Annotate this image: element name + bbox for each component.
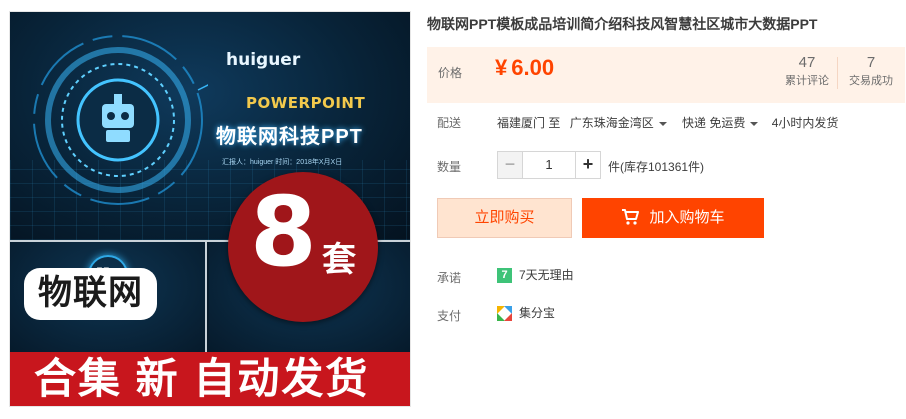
promise-row[interactable]: 7 7天无理由 — [497, 266, 574, 284]
ship-method: 快递 免运费 — [682, 116, 746, 130]
cart-icon — [622, 208, 640, 225]
stat-separator — [837, 57, 838, 89]
shipping-label: 配送 — [437, 116, 462, 130]
ship-time: 4小时内发货 — [771, 116, 839, 130]
promo-banner: 合集 新 自动发货 — [10, 352, 410, 406]
ship-from: 福建厦门 至 — [497, 116, 561, 130]
quantity-stepper: − 1 + — [497, 151, 601, 179]
shipping-row: 福建厦门 至 广东珠海金湾区 快递 免运费 4小时内发货 — [497, 114, 838, 131]
price-label: 价格 — [438, 66, 463, 80]
promise-label: 承诺 — [437, 271, 462, 285]
ship-method-select[interactable]: 快递 免运费 — [682, 114, 764, 131]
reviews-count: 47 — [798, 54, 816, 71]
set-count-number: 8 — [250, 176, 317, 288]
payment-text: 集分宝 — [519, 306, 556, 320]
ppt-brand: huiguer — [226, 50, 301, 70]
seven-day-return-icon: 7 — [497, 268, 512, 284]
price-amount: 6.00 — [511, 55, 555, 80]
currency-symbol: ¥ — [495, 55, 508, 80]
ppt-meta: 汇报人：huiguer 时间：2018年X月X日 — [222, 159, 343, 166]
product-main-image[interactable]: huiguer POWERPOINT 物联网科技PPT 汇报人：huiguer … — [9, 11, 411, 407]
payment-row[interactable]: 集分宝 — [497, 304, 556, 322]
product-page: huiguer POWERPOINT 物联网科技PPT 汇报人：huiguer … — [0, 0, 906, 419]
add-to-cart-button[interactable]: 加入购物车 — [582, 198, 764, 238]
ship-destination: 广东珠海金湾区 — [569, 116, 654, 130]
set-count-badge: 8 套 — [228, 172, 378, 322]
sold-stat: 7 交易成功 — [843, 53, 899, 89]
jifenbao-icon — [497, 306, 512, 322]
ship-destination-select[interactable]: 广东珠海金湾区 — [570, 114, 673, 131]
sold-label: 交易成功 — [849, 75, 893, 87]
quantity-input[interactable]: 1 — [523, 151, 575, 179]
decrement-button[interactable]: − — [497, 151, 523, 179]
ppt-title: 物联网科技PPT — [216, 126, 363, 148]
chevron-down-icon — [750, 121, 759, 126]
reviews-stat[interactable]: 47 累计评论 — [779, 53, 835, 89]
reviews-label: 累计评论 — [785, 75, 829, 87]
product-title: 物联网PPT模板成品培训简介绍科技风智慧社区城市大数据PPT — [427, 16, 818, 32]
promise-text: 7天无理由 — [519, 268, 574, 282]
set-count-unit: 套 — [322, 241, 356, 279]
promo-banner-text: 合集 新 自动发货 — [34, 355, 370, 402]
sold-count: 7 — [866, 54, 876, 71]
price-value: ¥6.00 — [495, 55, 554, 81]
payment-label: 支付 — [437, 309, 462, 323]
chevron-down-icon — [658, 121, 667, 126]
increment-button[interactable]: + — [575, 151, 601, 179]
stock-info: 件(库存101361件) — [608, 160, 705, 174]
buy-now-button[interactable]: 立即购买 — [437, 198, 572, 238]
price-panel: 价格 ¥6.00 47 累计评论 7 交易成功 — [427, 47, 905, 103]
add-to-cart-label: 加入购物车 — [649, 209, 725, 226]
robot-ring-icon — [33, 35, 208, 205]
quantity-label: 数量 — [437, 160, 462, 174]
category-tag: 物联网 — [26, 270, 155, 318]
ppt-subtitle: POWERPOINT — [246, 94, 366, 112]
